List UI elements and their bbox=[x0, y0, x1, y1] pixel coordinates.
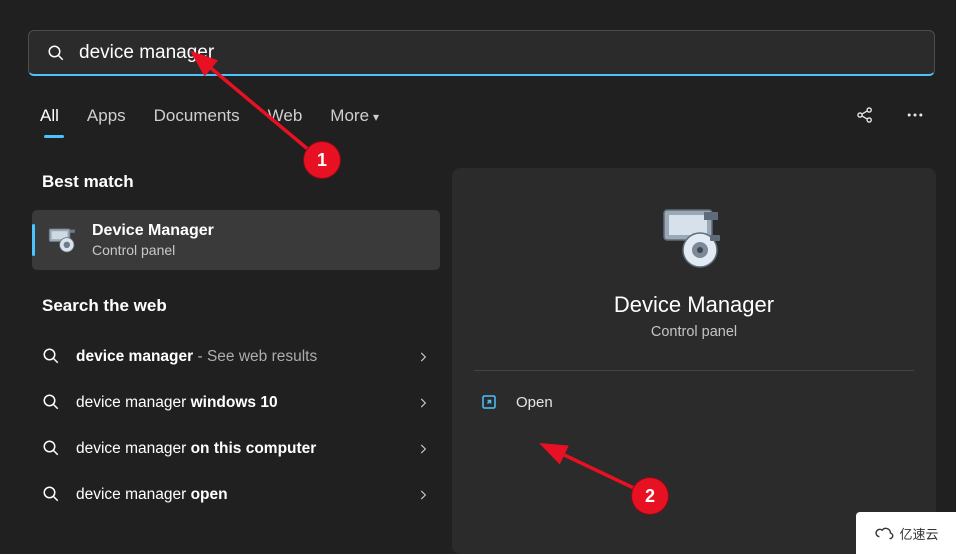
search-icon bbox=[42, 439, 62, 459]
web-result-text: device manager open bbox=[76, 486, 402, 504]
open-external-icon bbox=[480, 393, 498, 411]
results-left-column: Best match Device Manager Control panel … bbox=[32, 172, 440, 518]
tab-more[interactable]: More ▾ bbox=[330, 106, 379, 134]
search-web-heading: Search the web bbox=[32, 296, 440, 316]
detail-app-icon bbox=[654, 202, 734, 272]
search-icon bbox=[42, 347, 62, 367]
detail-divider bbox=[474, 370, 914, 371]
web-result-text: device manager on this computer bbox=[76, 440, 402, 458]
chevron-right-icon bbox=[416, 442, 430, 456]
search-bar[interactable] bbox=[28, 30, 935, 76]
tab-all[interactable]: All bbox=[40, 106, 59, 134]
more-icon[interactable] bbox=[904, 104, 926, 126]
watermark: 亿速云 bbox=[856, 512, 956, 554]
share-icon[interactable] bbox=[854, 104, 876, 126]
annotation-step-2: 2 bbox=[632, 478, 668, 514]
web-result-text: device manager - See web results bbox=[76, 348, 402, 366]
search-icon bbox=[42, 485, 62, 505]
chevron-right-icon bbox=[416, 350, 430, 364]
watermark-text: 亿速云 bbox=[899, 524, 938, 543]
web-result-item[interactable]: device manager windows 10 bbox=[32, 380, 440, 426]
annotation-step-1: 1 bbox=[304, 142, 340, 178]
open-action-label: Open bbox=[516, 394, 553, 411]
chevron-right-icon bbox=[416, 488, 430, 502]
chevron-down-icon: ▾ bbox=[373, 110, 379, 124]
web-result-item[interactable]: device manager open bbox=[32, 472, 440, 518]
chevron-right-icon bbox=[416, 396, 430, 410]
web-results-list: device manager - See web results device m… bbox=[32, 334, 440, 518]
search-icon bbox=[42, 393, 62, 413]
search-icon bbox=[47, 44, 65, 62]
device-manager-icon bbox=[46, 224, 78, 256]
web-result-item[interactable]: device manager on this computer bbox=[32, 426, 440, 472]
web-result-item[interactable]: device manager - See web results bbox=[32, 334, 440, 380]
best-match-heading: Best match bbox=[32, 172, 440, 192]
best-match-title: Device Manager bbox=[92, 222, 214, 240]
best-match-item[interactable]: Device Manager Control panel bbox=[32, 210, 440, 270]
web-result-text: device manager windows 10 bbox=[76, 394, 402, 412]
detail-title: Device Manager bbox=[614, 292, 774, 318]
detail-panel: Device Manager Control panel Open bbox=[452, 168, 936, 554]
top-right-icons bbox=[854, 104, 926, 126]
tab-more-label: More bbox=[330, 106, 369, 125]
tab-apps[interactable]: Apps bbox=[87, 106, 126, 134]
open-action[interactable]: Open bbox=[474, 393, 553, 411]
best-match-subtitle: Control panel bbox=[92, 242, 214, 258]
detail-subtitle: Control panel bbox=[651, 324, 737, 340]
best-match-text: Device Manager Control panel bbox=[92, 222, 214, 258]
